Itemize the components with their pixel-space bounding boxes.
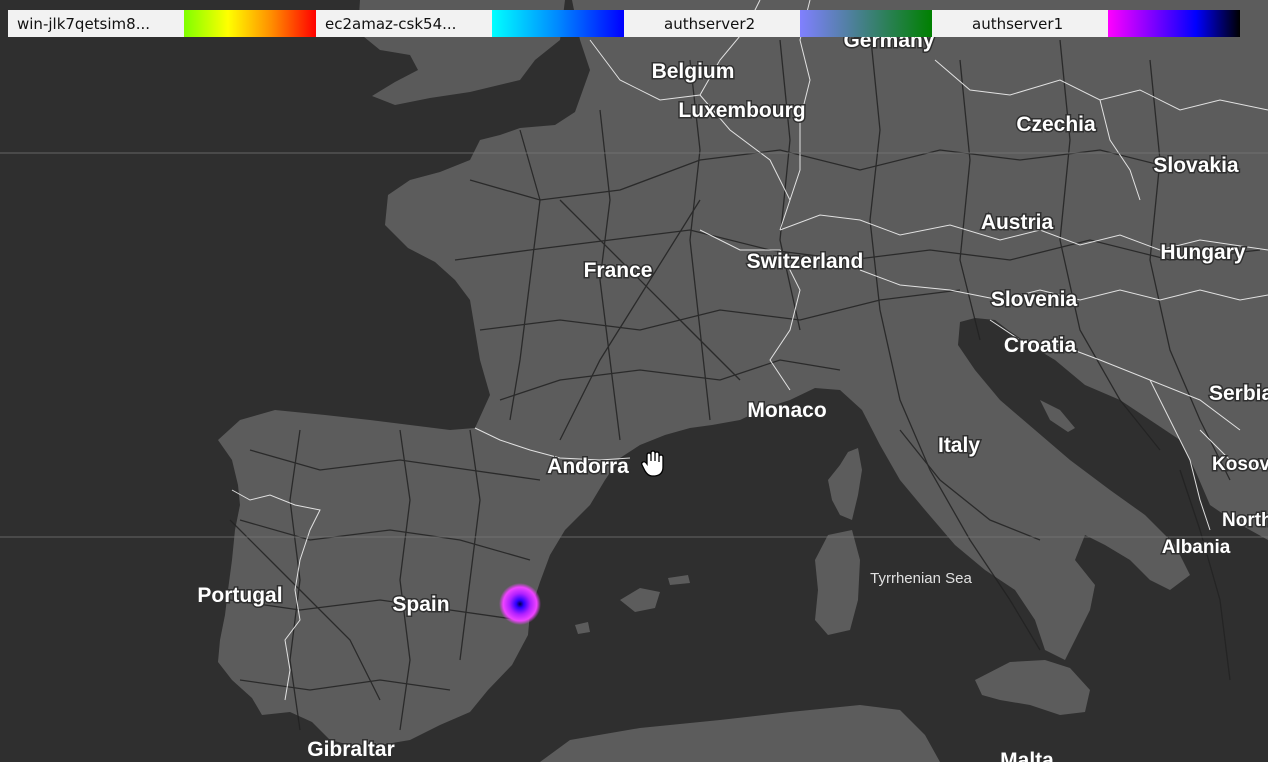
legend-item-2[interactable]: authserver2	[624, 10, 932, 37]
legend-item-0[interactable]: win-jlk7qetsim8...	[8, 10, 316, 37]
country-label-north-macedonia: North Macedonia	[1222, 510, 1268, 531]
legend-label: ec2amaz-csk54...	[325, 14, 457, 33]
country-label-spain: Spain	[392, 593, 449, 616]
country-label-italy: Italy	[938, 434, 980, 457]
country-label-austria: Austria	[981, 211, 1054, 234]
legend-item-1[interactable]: ec2amaz-csk54...	[316, 10, 624, 37]
country-label-albania: Albania	[1162, 537, 1231, 558]
map-canvas[interactable]: Germany Belgium Luxembourg Czechia Slova…	[0, 0, 1268, 762]
country-label-switzerland: Switzerland	[747, 250, 864, 273]
country-label-serbia: Serbia	[1209, 382, 1268, 405]
country-label-slovenia: Slovenia	[991, 288, 1078, 311]
sea-label-tyrrhenian: Tyrrhenian Sea	[870, 570, 972, 587]
heatmap-point-authserver1[interactable]	[499, 583, 541, 625]
country-label-gibraltar: Gibraltar	[307, 738, 395, 761]
legend-gradient-swatch	[184, 10, 316, 37]
legend-gradient-swatch	[492, 10, 624, 37]
country-label-portugal: Portugal	[197, 584, 282, 607]
country-label-andorra: Andorra	[547, 455, 629, 478]
legend-gradient-swatch	[1108, 10, 1240, 37]
country-label-malta: Malta	[1000, 749, 1054, 762]
legend-label: authserver2	[664, 14, 756, 33]
country-label-hungary: Hungary	[1160, 241, 1246, 264]
legend-gradient-swatch	[800, 10, 932, 37]
country-label-slovakia: Slovakia	[1153, 154, 1239, 177]
country-label-france: France	[584, 259, 653, 282]
legend-label: win-jlk7qetsim8...	[17, 14, 150, 33]
legend-label: authserver1	[972, 14, 1064, 33]
country-label-monaco: Monaco	[747, 399, 826, 422]
hand-cursor-icon	[641, 450, 664, 477]
country-label-czechia: Czechia	[1016, 113, 1096, 136]
country-label-kosovo: Kosovo	[1212, 454, 1268, 475]
series-legend: win-jlk7qetsim8... ec2amaz-csk54... auth…	[8, 10, 1240, 37]
country-label-luxembourg: Luxembourg	[678, 99, 805, 122]
legend-item-3[interactable]: authserver1	[932, 10, 1240, 37]
country-label-belgium: Belgium	[652, 60, 735, 83]
country-label-croatia: Croatia	[1004, 334, 1077, 357]
